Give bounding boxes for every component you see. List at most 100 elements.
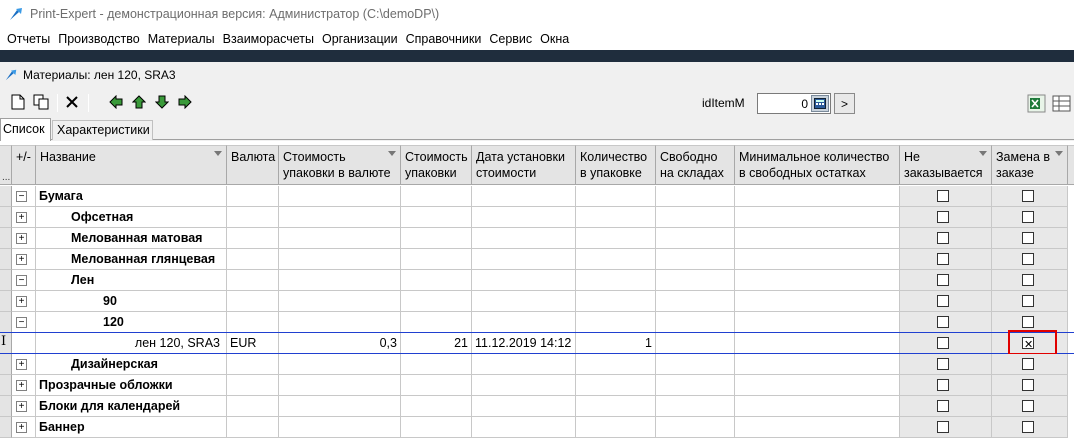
cell-min-qty[interactable] [735, 270, 900, 291]
column-header-name[interactable]: Название [36, 145, 227, 185]
cell-min-qty[interactable] [735, 291, 900, 312]
cell-pack-cost[interactable] [401, 396, 472, 417]
cell-replace[interactable] [992, 270, 1068, 291]
cell-name[interactable]: Блоки для календарей [36, 396, 227, 417]
cell-currency[interactable] [227, 207, 279, 228]
row-indicator[interactable] [0, 207, 12, 228]
table-row[interactable]: Баннер + [0, 417, 1074, 438]
cell-qty-pack[interactable] [576, 228, 656, 249]
cell-cost-date[interactable] [472, 396, 576, 417]
cell-pack-cost[interactable] [401, 291, 472, 312]
column-header-cost-date[interactable]: Дата установки стоимости [472, 145, 576, 185]
menu-directories[interactable]: Справочники [402, 32, 486, 46]
cell-pack-cost-cur[interactable]: 0,3 [279, 333, 401, 354]
not-ordered-checkbox[interactable] [937, 253, 949, 265]
not-ordered-checkbox[interactable] [937, 274, 949, 286]
cell-pack-cost[interactable] [401, 186, 472, 207]
cell-qty-pack[interactable] [576, 375, 656, 396]
cell-cost-date[interactable] [472, 417, 576, 438]
menu-windows[interactable]: Окна [536, 32, 573, 46]
cell-cost-date[interactable]: 11.12.2019 14:12 [472, 333, 576, 354]
cell-currency[interactable] [227, 186, 279, 207]
cell-min-qty[interactable] [735, 312, 900, 333]
cell-free[interactable] [656, 333, 735, 354]
cell-pack-cost[interactable] [401, 270, 472, 291]
cell-replace[interactable] [992, 396, 1068, 417]
row-indicator[interactable] [0, 228, 12, 249]
cell-not-ordered[interactable] [900, 417, 992, 438]
cell-cost-date[interactable] [472, 207, 576, 228]
expand-plus-icon[interactable]: + [16, 422, 27, 433]
replace-in-order-checkbox[interactable] [1022, 358, 1034, 370]
cell-name[interactable]: 90 [36, 291, 227, 312]
cell-name[interactable]: Дизайнерская [36, 354, 227, 375]
cell-pack-cost[interactable] [401, 417, 472, 438]
copy-icon[interactable] [32, 93, 50, 111]
not-ordered-checkbox[interactable] [937, 316, 949, 328]
row-indicator[interactable] [0, 186, 12, 207]
cell-cost-date[interactable] [472, 291, 576, 312]
cell-name[interactable]: 120 [36, 312, 227, 333]
cell-qty-pack[interactable] [576, 312, 656, 333]
cell-currency[interactable]: EUR [227, 333, 279, 354]
calculator-icon[interactable] [811, 95, 829, 112]
row-indicator[interactable] [0, 249, 12, 270]
cell-min-qty[interactable] [735, 186, 900, 207]
cell-currency[interactable] [227, 375, 279, 396]
expand-plus-icon[interactable]: + [16, 254, 27, 265]
column-header-replace-in-order[interactable]: Замена в заказе [992, 145, 1068, 185]
cell-min-qty[interactable] [735, 249, 900, 270]
cell-free[interactable] [656, 186, 735, 207]
filter-arrow-icon[interactable] [214, 151, 222, 156]
cell-pack-cost[interactable] [401, 312, 472, 333]
table-row[interactable]: Мелованная глянцевая + [0, 249, 1074, 270]
cell-pack-cost-cur[interactable] [279, 270, 401, 291]
cell-currency[interactable] [227, 291, 279, 312]
cell-currency[interactable] [227, 228, 279, 249]
cell-not-ordered[interactable] [900, 375, 992, 396]
cell-pack-cost[interactable] [401, 375, 472, 396]
cell-qty-pack[interactable] [576, 207, 656, 228]
column-header-expand[interactable]: +/- [12, 145, 36, 185]
cell-free[interactable] [656, 312, 735, 333]
cell-name[interactable]: Баннер [36, 417, 227, 438]
cell-replace[interactable] [992, 249, 1068, 270]
cell-free[interactable] [656, 417, 735, 438]
arrow-left-icon[interactable] [107, 93, 125, 111]
go-button[interactable]: > [834, 93, 855, 114]
cell-free[interactable] [656, 228, 735, 249]
excel-export-icon[interactable] [1027, 94, 1046, 113]
cell-min-qty[interactable] [735, 354, 900, 375]
collapse-minus-icon[interactable]: − [16, 275, 27, 286]
cell-not-ordered[interactable] [900, 186, 992, 207]
not-ordered-checkbox[interactable] [937, 421, 949, 433]
cell-qty-pack[interactable] [576, 186, 656, 207]
table-row[interactable]: 90 + [0, 291, 1074, 312]
cell-currency[interactable] [227, 396, 279, 417]
cell-name[interactable]: Бумага [36, 186, 227, 207]
row-indicator[interactable] [0, 417, 12, 438]
cell-free[interactable] [656, 375, 735, 396]
not-ordered-checkbox[interactable] [937, 211, 949, 223]
cell-pack-cost[interactable]: 21 [401, 333, 472, 354]
cell-pack-cost-cur[interactable] [279, 186, 401, 207]
column-header-free-stock[interactable]: Свободно на складах [656, 145, 735, 185]
cell-qty-pack[interactable] [576, 270, 656, 291]
table-settings-icon[interactable] [1052, 94, 1071, 113]
cell-name[interactable]: лен 120, SRA3 [36, 333, 227, 354]
cell-qty-pack[interactable] [576, 291, 656, 312]
expand-plus-icon[interactable]: + [16, 380, 27, 391]
cell-pack-cost[interactable] [401, 228, 472, 249]
cell-currency[interactable] [227, 270, 279, 291]
arrow-down-icon[interactable] [153, 93, 171, 111]
cell-min-qty[interactable] [735, 228, 900, 249]
cell-pack-cost-cur[interactable] [279, 228, 401, 249]
not-ordered-checkbox[interactable] [937, 295, 949, 307]
cell-pack-cost-cur[interactable] [279, 354, 401, 375]
filter-arrow-icon[interactable] [979, 151, 987, 156]
replace-in-order-checkbox[interactable] [1022, 295, 1034, 307]
row-indicator[interactable] [0, 354, 12, 375]
cell-replace[interactable] [992, 228, 1068, 249]
collapse-minus-icon[interactable]: − [16, 191, 27, 202]
cell-pack-cost-cur[interactable] [279, 375, 401, 396]
